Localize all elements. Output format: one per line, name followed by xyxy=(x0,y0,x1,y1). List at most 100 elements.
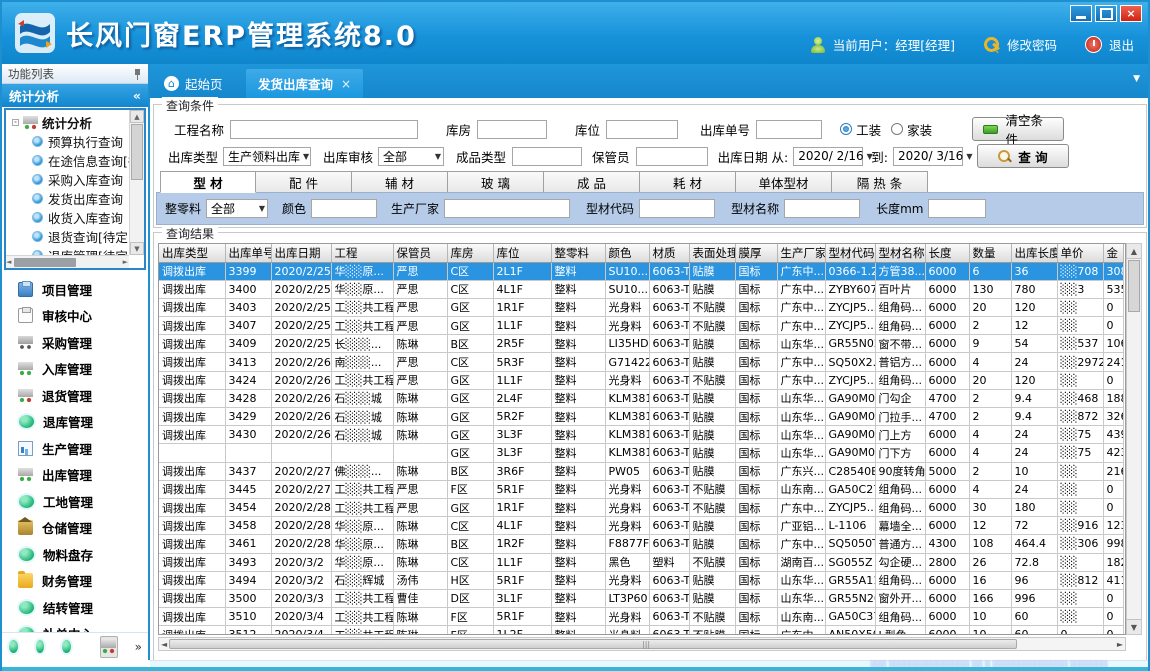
table-cell[interactable]: 72.8 xyxy=(1011,553,1057,571)
table-cell[interactable]: 国标 xyxy=(735,498,777,516)
material-tab[interactable]: 配 件 xyxy=(256,171,352,193)
whole-scrap-select[interactable]: 全部▼ xyxy=(206,199,268,218)
table-cell[interactable]: F8877FT xyxy=(605,535,649,553)
tree-item[interactable]: 收货入库查询 xyxy=(6,208,129,227)
table-cell[interactable]: 陈琳 xyxy=(393,608,447,626)
table-cell[interactable]: 工░░共工程 xyxy=(331,626,393,635)
table-cell[interactable]: ░░872 xyxy=(1057,408,1103,426)
column-header[interactable]: 出库单号 xyxy=(225,244,271,262)
table-cell[interactable]: 广东中... xyxy=(777,262,825,280)
table-cell[interactable]: 6000 xyxy=(925,498,969,516)
table-cell[interactable]: G区 xyxy=(447,371,493,389)
table-cell[interactable]: 南░░░... xyxy=(331,353,393,371)
table-cell[interactable]: 9.4 xyxy=(1011,389,1057,407)
table-cell[interactable]: 严思 xyxy=(393,317,447,335)
table-cell[interactable]: 30 xyxy=(969,498,1011,516)
table-cell[interactable]: 2020/2/25 xyxy=(271,335,331,353)
table-cell[interactable]: ░░2972 xyxy=(1057,353,1103,371)
table-cell[interactable]: 0 xyxy=(1103,317,1123,335)
minimize-button[interactable] xyxy=(1070,5,1092,22)
table-cell[interactable]: 6063-T5 xyxy=(649,444,689,462)
table-cell[interactable]: 调拨出库 xyxy=(159,280,225,298)
table-cell[interactable]: 6000 xyxy=(925,426,969,444)
table-cell[interactable]: 6063-T5 xyxy=(649,262,689,280)
table-cell[interactable]: C28540B xyxy=(825,462,875,480)
table-cell[interactable]: 国标 xyxy=(735,626,777,635)
table-cell[interactable]: C区 xyxy=(447,517,493,535)
maximize-button[interactable] xyxy=(1095,5,1117,22)
table-cell[interactable]: 0 xyxy=(1103,480,1123,498)
green-dot-icon[interactable] xyxy=(62,640,71,653)
table-cell[interactable]: G区 xyxy=(447,498,493,516)
table-cell[interactable]: 贴膜 xyxy=(689,444,735,462)
scroll-thumb[interactable] xyxy=(169,639,1017,649)
table-cell[interactable]: 5R1F xyxy=(493,571,551,589)
table-cell[interactable]: 调拨出库 xyxy=(159,408,225,426)
table-row[interactable]: 调拨出库34032020/2/25工░░共工程严思G区1R1F整料光身料6063… xyxy=(159,298,1123,316)
scroll-thumb[interactable] xyxy=(1128,260,1140,312)
table-cell[interactable]: 2020/2/25 xyxy=(271,262,331,280)
column-header[interactable]: 颜色 xyxy=(605,244,649,262)
table-row[interactable]: 调拨出库34612020/2/28华░░原...陈琳B区1R2F整料F8877F… xyxy=(159,535,1123,553)
table-cell[interactable]: 陈琳 xyxy=(393,462,447,480)
table-cell[interactable]: 3494 xyxy=(225,571,271,589)
table-cell[interactable]: 整料 xyxy=(551,335,605,353)
table-cell[interactable]: 24 xyxy=(1011,353,1057,371)
table-cell[interactable]: 2020/2/28 xyxy=(271,535,331,553)
change-password-link[interactable]: 修改密码 xyxy=(1007,35,1057,54)
sidebar-item-finance-folder[interactable]: 财务管理 xyxy=(2,568,148,595)
table-cell[interactable]: 6063-T5 xyxy=(649,371,689,389)
table-cell[interactable]: 山东华... xyxy=(777,335,825,353)
table-cell[interactable]: 调拨出库 xyxy=(159,553,225,571)
table-cell[interactable]: 0 xyxy=(1103,298,1123,316)
tree-item[interactable]: 预算执行查询 xyxy=(6,132,129,151)
table-cell[interactable]: 贴膜 xyxy=(689,462,735,480)
table-cell[interactable]: 5R1F xyxy=(493,480,551,498)
table-cell[interactable]: 6000 xyxy=(925,353,969,371)
table-cell[interactable]: 石░░░城 xyxy=(331,408,393,426)
statistics-shortcut-button[interactable] xyxy=(100,636,118,658)
table-cell[interactable]: 陈琳 xyxy=(393,389,447,407)
radio-gongzhuang[interactable]: 工装 xyxy=(840,120,881,139)
table-cell[interactable]: 6063-T5 xyxy=(649,626,689,635)
column-header[interactable]: 型材名称 xyxy=(875,244,925,262)
table-cell[interactable]: ░░916 xyxy=(1057,517,1103,535)
table-cell[interactable]: G区 xyxy=(447,389,493,407)
table-cell[interactable]: 贴膜 xyxy=(689,426,735,444)
table-cell[interactable]: 6063-T5 xyxy=(649,408,689,426)
table-row[interactable]: 调拨出库34372020/2/27佛░░░...陈琳B区3R6F整料PW0560… xyxy=(159,462,1123,480)
table-cell[interactable]: 996 xyxy=(1011,589,1057,607)
table-cell[interactable]: 石░░░城 xyxy=(331,389,393,407)
table-cell[interactable]: 5R2F xyxy=(493,408,551,426)
sidebar-item-production-chart[interactable]: 生产管理 xyxy=(2,435,148,462)
table-cell[interactable]: 广东中... xyxy=(777,317,825,335)
table-cell[interactable]: 光身料 xyxy=(605,571,649,589)
table-cell[interactable]: 2020/2/27 xyxy=(271,480,331,498)
table-cell[interactable]: 3409 xyxy=(225,335,271,353)
table-cell[interactable]: 123 xyxy=(1103,517,1123,535)
warehouse-input[interactable] xyxy=(477,120,547,139)
table-cell[interactable]: G区 xyxy=(447,444,493,462)
material-tab[interactable]: 隔 热 条 xyxy=(832,171,928,193)
table-cell[interactable]: 6063-T5 xyxy=(649,498,689,516)
table-cell[interactable]: 3510 xyxy=(225,608,271,626)
table-cell[interactable]: 陈琳 xyxy=(393,335,447,353)
table-cell[interactable]: 勾企硬... xyxy=(875,553,925,571)
product-type-input[interactable] xyxy=(512,147,582,166)
table-cell[interactable]: 不贴膜 xyxy=(689,553,735,571)
tree-item[interactable]: 发货出库查询 xyxy=(6,189,129,208)
table-cell[interactable]: 2020/3/2 xyxy=(271,571,331,589)
table-cell[interactable]: 贴膜 xyxy=(689,389,735,407)
table-cell[interactable]: 整料 xyxy=(551,426,605,444)
table-cell[interactable]: 国标 xyxy=(735,571,777,589)
table-cell[interactable]: 华░░原... xyxy=(331,280,393,298)
table-cell[interactable]: 6063-T5 xyxy=(649,280,689,298)
material-tab[interactable]: 单体型材 xyxy=(736,171,832,193)
table-cell[interactable]: 国标 xyxy=(735,517,777,535)
tab-shipment-outbound-query[interactable]: 发货出库查询 × xyxy=(246,69,363,98)
table-row[interactable]: G区3L3F整料KLM38176063-T5贴膜国标山东华...GA90M09.… xyxy=(159,444,1123,462)
table-cell[interactable]: 广东中... xyxy=(777,498,825,516)
results-horizontal-scrollbar[interactable]: ◄ ||| ► xyxy=(158,637,1126,651)
table-cell[interactable]: 广东中... xyxy=(777,371,825,389)
table-cell[interactable]: 6000 xyxy=(925,335,969,353)
